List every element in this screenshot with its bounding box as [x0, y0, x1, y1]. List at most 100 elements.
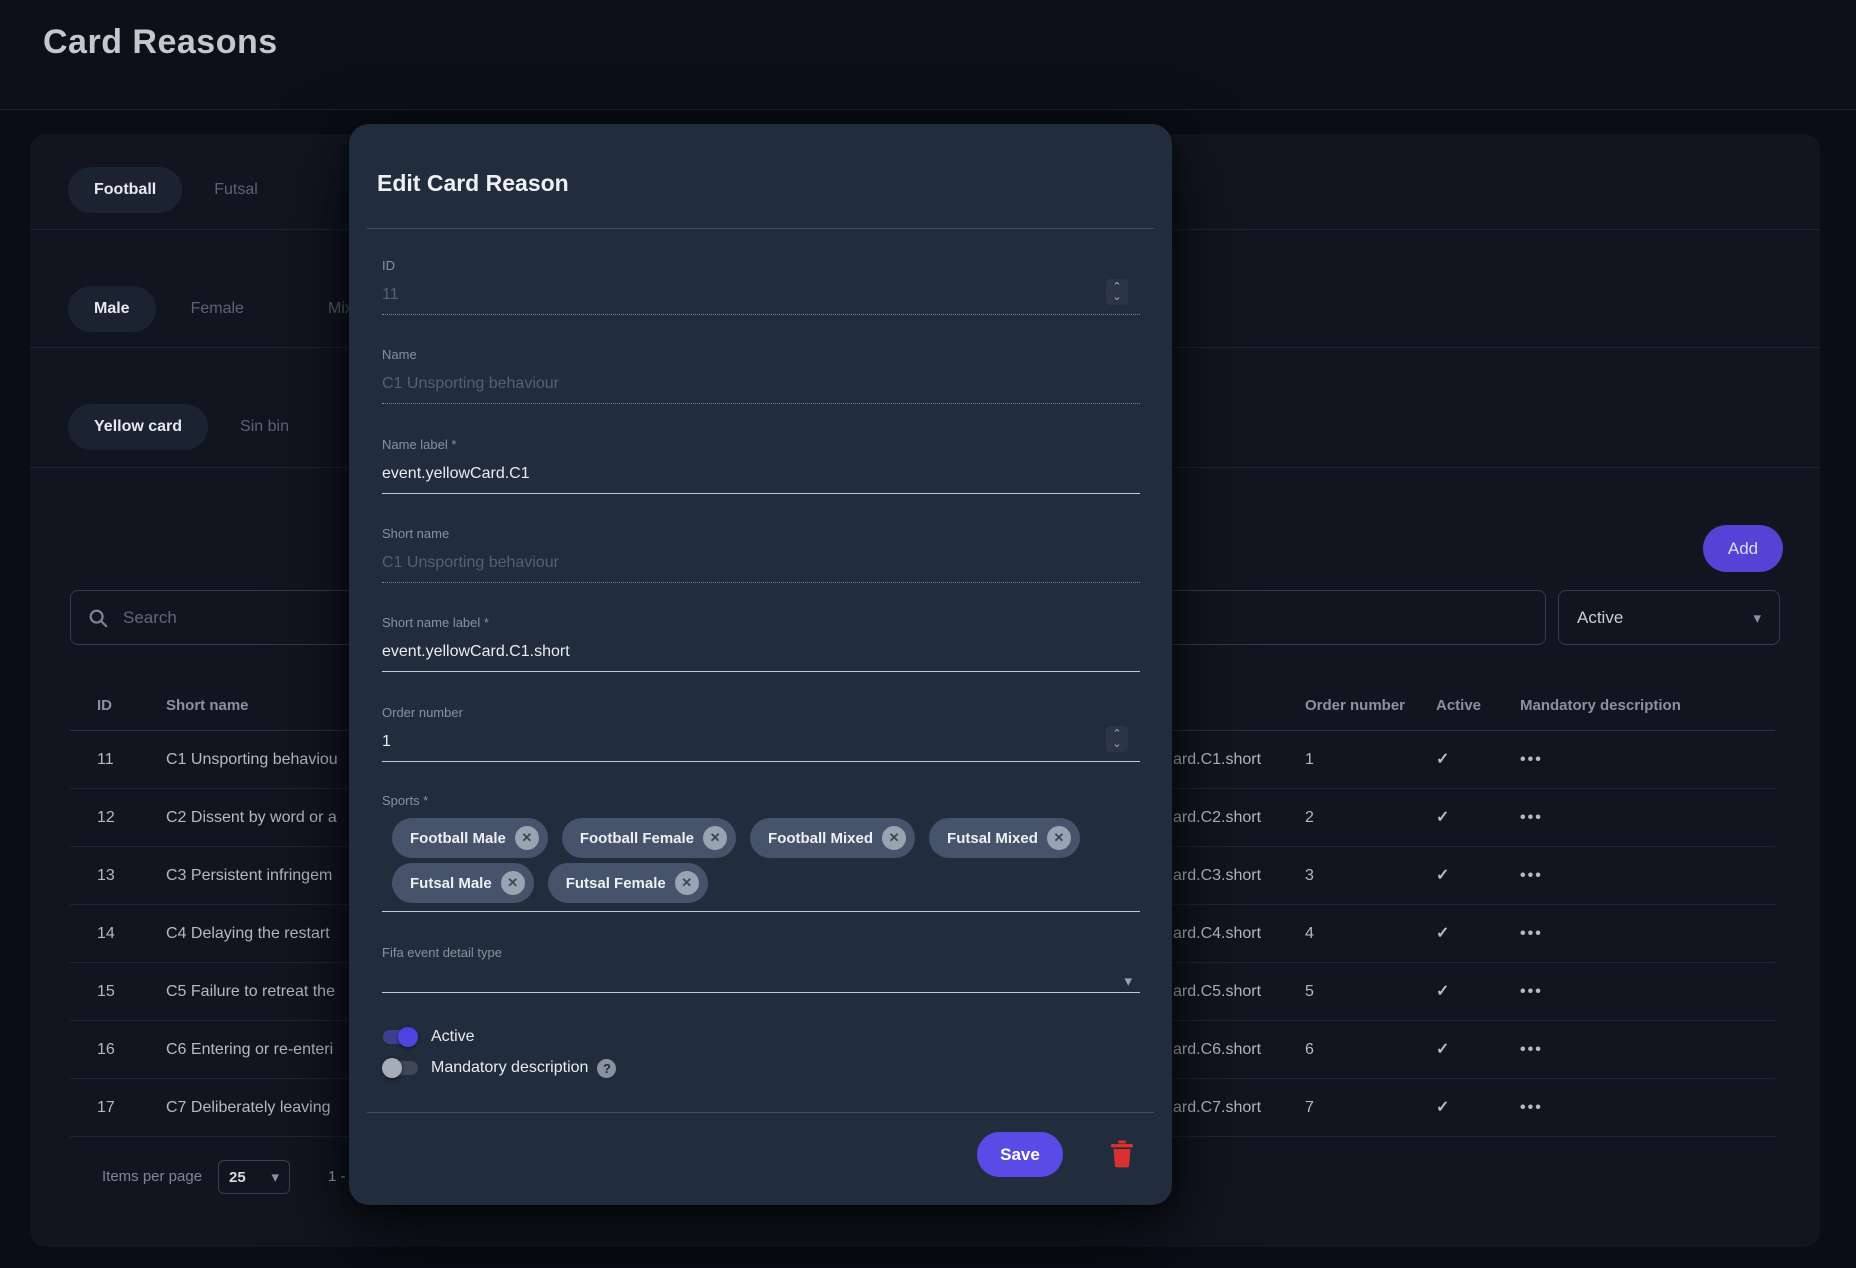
chip-label: Futsal Male: [410, 875, 492, 892]
divider: [367, 1112, 1154, 1113]
sports-chip-list: Football Male ✕ Football Female ✕ Footba…: [392, 818, 1140, 911]
cell-short-name: C7 Deliberately leaving: [166, 1079, 331, 1137]
header-id: ID: [97, 680, 112, 731]
status-filter-value: Active: [1577, 608, 1753, 628]
divider: [367, 228, 1154, 229]
page-title: Card Reasons: [43, 23, 278, 62]
header-short-name: Short name: [166, 680, 249, 731]
more-dots-icon[interactable]: •••: [1520, 905, 1543, 963]
field-order-number-input[interactable]: [382, 730, 1140, 753]
more-dots-icon[interactable]: •••: [1520, 1021, 1543, 1079]
cell-label-tail: ard.C1.short: [1173, 731, 1261, 789]
mandatory-description-toggle[interactable]: [382, 1056, 419, 1080]
chip-football-female[interactable]: Football Female ✕: [562, 818, 736, 858]
search-icon: [87, 607, 109, 629]
chip-remove-icon[interactable]: ✕: [882, 826, 906, 850]
save-button[interactable]: Save: [977, 1132, 1063, 1177]
tab-futsal[interactable]: Futsal: [188, 167, 284, 213]
field-name-label-input[interactable]: [382, 462, 1140, 485]
field-order-number: Order number ⌃ ⌄: [382, 705, 1140, 762]
field-id-input: [382, 283, 1140, 306]
chip-futsal-female[interactable]: Futsal Female ✕: [548, 863, 708, 903]
help-icon[interactable]: ?: [597, 1059, 616, 1078]
page-size-select[interactable]: 25 ▾: [218, 1160, 290, 1194]
more-dots-icon[interactable]: •••: [1520, 1079, 1543, 1137]
cell-order: 1: [1305, 731, 1314, 789]
cell-short-name: C2 Dissent by word or a: [166, 789, 337, 847]
chevron-down-icon[interactable]: ⌄: [1112, 739, 1121, 749]
field-short-name-label-label: Short name label *: [382, 615, 1140, 631]
page-size-value: 25: [229, 1169, 246, 1186]
add-button[interactable]: Add: [1703, 525, 1783, 572]
tab-female[interactable]: Female: [165, 286, 270, 332]
cell-short-name: C4 Delaying the restart: [166, 905, 330, 963]
active-check-icon: ✓: [1436, 731, 1449, 789]
tab-yellow-card[interactable]: Yellow card: [68, 404, 208, 450]
field-sports: Sports * Football Male ✕ Football Female…: [382, 793, 1140, 912]
field-short-name-label-input[interactable]: [382, 640, 1140, 663]
field-order-number-label: Order number: [382, 705, 1140, 721]
active-check-icon: ✓: [1436, 847, 1449, 905]
more-dots-icon[interactable]: •••: [1520, 789, 1543, 847]
chip-remove-icon[interactable]: ✕: [501, 871, 525, 895]
active-check-icon: ✓: [1436, 1079, 1449, 1137]
cell-label-tail: ard.C3.short: [1173, 847, 1261, 905]
chip-remove-icon[interactable]: ✕: [1047, 826, 1071, 850]
chip-futsal-mixed[interactable]: Futsal Mixed ✕: [929, 818, 1080, 858]
field-id: ID ⌃ ⌄: [382, 258, 1140, 315]
chip-label: Futsal Female: [566, 875, 666, 892]
edit-card-reason-dialog: Edit Card Reason ID ⌃ ⌄ Name Name label …: [349, 124, 1172, 1205]
tab-yellow-card-label: Yellow card: [94, 418, 182, 436]
active-toggle-label: Active: [431, 1028, 475, 1046]
tab-football[interactable]: Football: [68, 167, 182, 213]
chevron-down-icon: ▾: [271, 1168, 279, 1186]
status-filter-select[interactable]: Active ▾: [1558, 590, 1780, 645]
page-range-label: 1 -: [328, 1168, 346, 1185]
cell-id: 17: [97, 1079, 115, 1137]
cell-label-tail: ard.C2.short: [1173, 789, 1261, 847]
chevron-down-icon[interactable]: ▾: [1124, 972, 1132, 990]
field-name-input: [382, 372, 1140, 395]
cell-order: 5: [1305, 963, 1314, 1021]
cell-id: 16: [97, 1021, 115, 1079]
sport-tab-group: Football Futsal: [68, 167, 284, 213]
active-check-icon: ✓: [1436, 1021, 1449, 1079]
cell-short-name: C1 Unsporting behaviou: [166, 731, 338, 789]
more-dots-icon[interactable]: •••: [1520, 731, 1543, 789]
cell-label-tail: ard.C5.short: [1173, 963, 1261, 1021]
more-dots-icon[interactable]: •••: [1520, 963, 1543, 1021]
tab-male[interactable]: Male: [68, 286, 156, 332]
cell-order: 2: [1305, 789, 1314, 847]
gender-tab-group: Male Female Mixed: [68, 286, 397, 332]
number-stepper[interactable]: ⌃ ⌄: [1106, 726, 1128, 752]
tab-sin-bin-label: Sin bin: [240, 418, 289, 436]
field-fifa-event-detail-type: Fifa event detail type ▾: [382, 945, 1140, 993]
mandatory-toggle-label: Mandatory description: [431, 1059, 588, 1077]
chevron-down-icon: ▾: [1753, 609, 1761, 627]
field-sports-label: Sports *: [382, 793, 1140, 809]
chip-football-male[interactable]: Football Male ✕: [392, 818, 548, 858]
number-stepper[interactable]: ⌃ ⌄: [1106, 279, 1128, 305]
fifa-select[interactable]: ▾: [382, 970, 1140, 993]
chip-remove-icon[interactable]: ✕: [703, 826, 727, 850]
cell-short-name: C3 Persistent infringem: [166, 847, 332, 905]
tab-sin-bin[interactable]: Sin bin: [214, 404, 315, 450]
chip-futsal-male[interactable]: Futsal Male ✕: [392, 863, 534, 903]
cell-id: 15: [97, 963, 115, 1021]
tab-female-label: Female: [191, 300, 244, 318]
more-dots-icon[interactable]: •••: [1520, 847, 1543, 905]
field-id-label: ID: [382, 258, 1140, 274]
field-fifa-label: Fifa event detail type: [382, 945, 1140, 961]
cell-id: 14: [97, 905, 115, 963]
active-toggle[interactable]: [382, 1025, 419, 1049]
active-toggle-row: Active: [382, 1025, 475, 1049]
dialog-title: Edit Card Reason: [377, 170, 569, 197]
chip-remove-icon[interactable]: ✕: [675, 871, 699, 895]
chip-remove-icon[interactable]: ✕: [515, 826, 539, 850]
field-name-label: Name: [382, 347, 1140, 363]
chevron-down-icon[interactable]: ⌄: [1112, 292, 1121, 302]
chip-football-mixed[interactable]: Football Mixed ✕: [750, 818, 915, 858]
cell-id: 13: [97, 847, 115, 905]
header-order-number: Order number: [1305, 680, 1405, 731]
delete-trash-icon[interactable]: [1110, 1140, 1134, 1168]
